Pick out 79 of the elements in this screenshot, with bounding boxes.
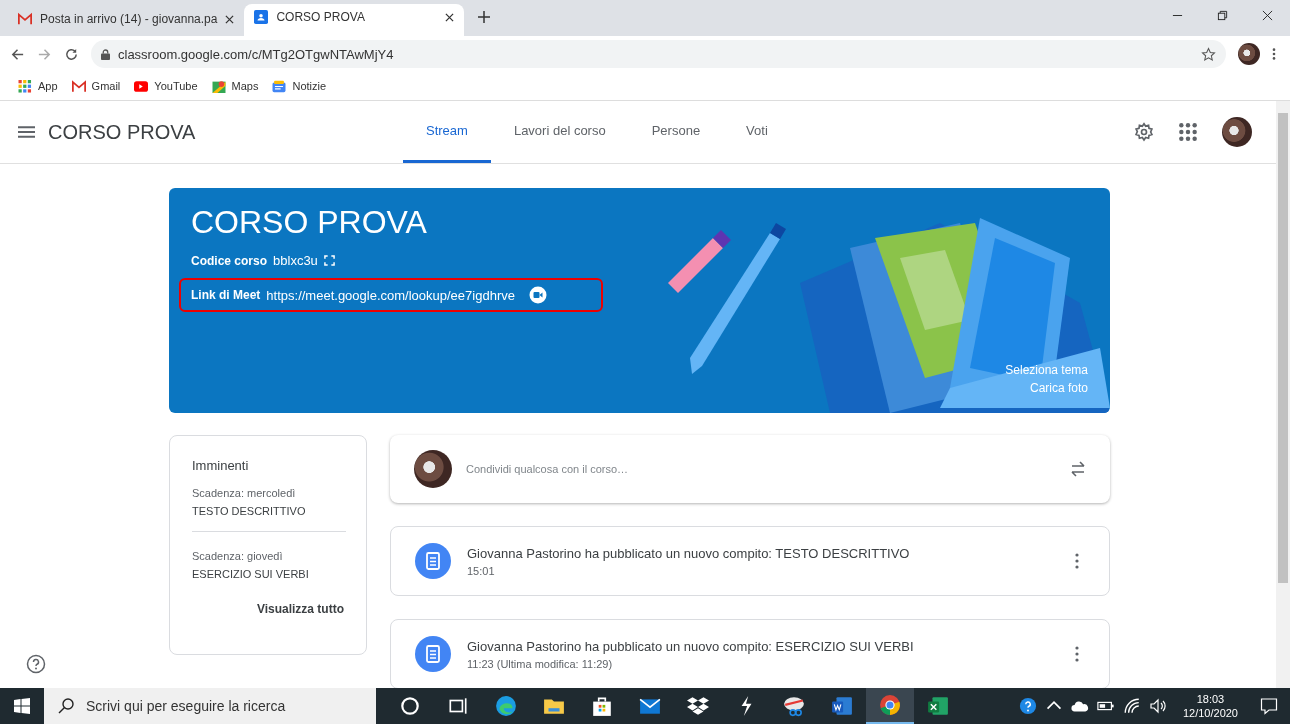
dropbox-icon bbox=[687, 695, 709, 717]
mail-icon bbox=[71, 79, 86, 93]
news-icon bbox=[272, 79, 287, 93]
share-box[interactable]: Condividi qualcosa con il corso… bbox=[390, 435, 1110, 503]
meet-link-label: Link di Meet bbox=[191, 288, 261, 302]
circle-icon bbox=[399, 695, 421, 717]
spreadsheet-icon bbox=[927, 695, 949, 717]
banner-title: CORSO PROVA bbox=[191, 204, 428, 241]
more-icon[interactable] bbox=[1272, 47, 1276, 61]
help-icon[interactable] bbox=[26, 654, 46, 674]
post-text: Giovanna Pastorino ha pubblicato un nuovo compito: ESERCIZIO SUI VERBI bbox=[467, 638, 915, 654]
lock-icon bbox=[101, 48, 110, 60]
play-icon bbox=[134, 79, 149, 93]
classroom-icon bbox=[254, 10, 269, 24]
browser-icon bbox=[495, 695, 517, 717]
assignment-link[interactable]: ESERCIZIO SUI VERBI bbox=[192, 568, 344, 580]
close-icon[interactable] bbox=[445, 12, 455, 22]
reload-icon[interactable] bbox=[64, 46, 79, 62]
scissors-icon bbox=[783, 695, 805, 717]
profile-avatar[interactable] bbox=[1222, 117, 1252, 147]
user-avatar bbox=[414, 450, 452, 488]
taskbar-search-field[interactable]: Scrivi qui per eseguire la ricerca bbox=[44, 688, 376, 724]
notification-icon[interactable] bbox=[1260, 697, 1278, 715]
wifi-icon[interactable] bbox=[1122, 697, 1141, 715]
address-bar[interactable]: classroom.google.com/c/MTg2OTgwNTAwMjY4 bbox=[91, 40, 1226, 68]
course-code: bblxc3u bbox=[273, 253, 318, 268]
task-view-icon bbox=[447, 695, 469, 717]
document-icon bbox=[831, 695, 853, 717]
nav-tab[interactable]: Voti bbox=[723, 101, 791, 163]
windows-start-icon[interactable] bbox=[14, 698, 30, 714]
mail-icon bbox=[18, 12, 32, 26]
apps-grid-icon[interactable] bbox=[1178, 122, 1198, 142]
nav-tab[interactable]: Persone bbox=[628, 101, 724, 163]
browser-tab[interactable]: Posta in arrivo (14) - giovanna.pa bbox=[8, 8, 245, 36]
view-all-link[interactable]: Visualizza tutto bbox=[256, 602, 344, 616]
assignment-icon bbox=[415, 543, 451, 579]
post-time: 11:23 (Ultima modifica: 11:29) bbox=[467, 657, 614, 670]
star-icon[interactable] bbox=[1201, 46, 1216, 62]
scrollbar[interactable] bbox=[1276, 101, 1290, 688]
apps-grid-icon bbox=[18, 79, 32, 93]
post-card[interactable]: Giovanna Pastorino ha pubblicato un nuovo compito: TESTO DESCRITTIVO 15:01 bbox=[390, 526, 1110, 596]
due-date: Scadenza: giovedì bbox=[192, 550, 284, 562]
more-icon[interactable] bbox=[1075, 646, 1079, 662]
nav-tab[interactable]: Stream bbox=[403, 101, 491, 163]
course-code-label: Codice corso bbox=[191, 253, 268, 268]
bookmark-link[interactable]: Maps bbox=[211, 79, 259, 93]
new-tab-icon[interactable] bbox=[478, 11, 491, 23]
restore-icon[interactable] bbox=[1217, 10, 1228, 21]
meet-link[interactable]: https://meet.google.com/lookup/ee7igdhrve bbox=[266, 287, 515, 303]
shopping-bag-icon bbox=[591, 695, 613, 717]
nav-tab[interactable]: Lavori del corso bbox=[490, 101, 629, 163]
fullscreen-icon[interactable] bbox=[323, 255, 335, 266]
help-icon[interactable] bbox=[1018, 697, 1037, 715]
bookmark-link[interactable]: App bbox=[18, 79, 58, 93]
clock[interactable]: 18:03 12/10/2020 bbox=[1182, 692, 1238, 720]
map-icon bbox=[211, 79, 226, 93]
share-placeholder: Condividi qualcosa con il corso… bbox=[466, 463, 630, 475]
speaker-icon[interactable] bbox=[1148, 697, 1167, 715]
browser-tab[interactable]: CORSO PROVA bbox=[244, 4, 465, 36]
settings-icon[interactable] bbox=[1134, 122, 1154, 142]
due-date: Scadenza: mercoledì bbox=[192, 487, 297, 499]
browser-icon bbox=[879, 694, 901, 716]
assignment-icon bbox=[415, 636, 451, 672]
more-icon[interactable] bbox=[1075, 553, 1079, 569]
close-icon[interactable] bbox=[1262, 10, 1273, 21]
assignment-link[interactable]: TESTO DESCRITTIVO bbox=[192, 505, 344, 517]
card-title: Imminenti bbox=[192, 458, 250, 473]
video-camera-icon[interactable] bbox=[528, 286, 547, 304]
bookmark-link[interactable]: Notizie bbox=[272, 79, 327, 93]
bookmark-link[interactable]: Gmail bbox=[71, 79, 121, 93]
search-icon bbox=[58, 698, 74, 714]
repost-icon[interactable] bbox=[1070, 460, 1086, 478]
menu-icon[interactable] bbox=[18, 126, 35, 138]
course-title: CORSO PROVA bbox=[48, 120, 197, 144]
bookmark-link[interactable]: YouTube bbox=[134, 79, 198, 93]
post-time: 15:01 bbox=[467, 564, 496, 577]
profile-avatar[interactable] bbox=[1238, 43, 1260, 65]
post-text: Giovanna Pastorino ha pubblicato un nuovo compito: TESTO DESCRITTIVO bbox=[467, 545, 911, 561]
close-icon[interactable] bbox=[225, 14, 235, 24]
